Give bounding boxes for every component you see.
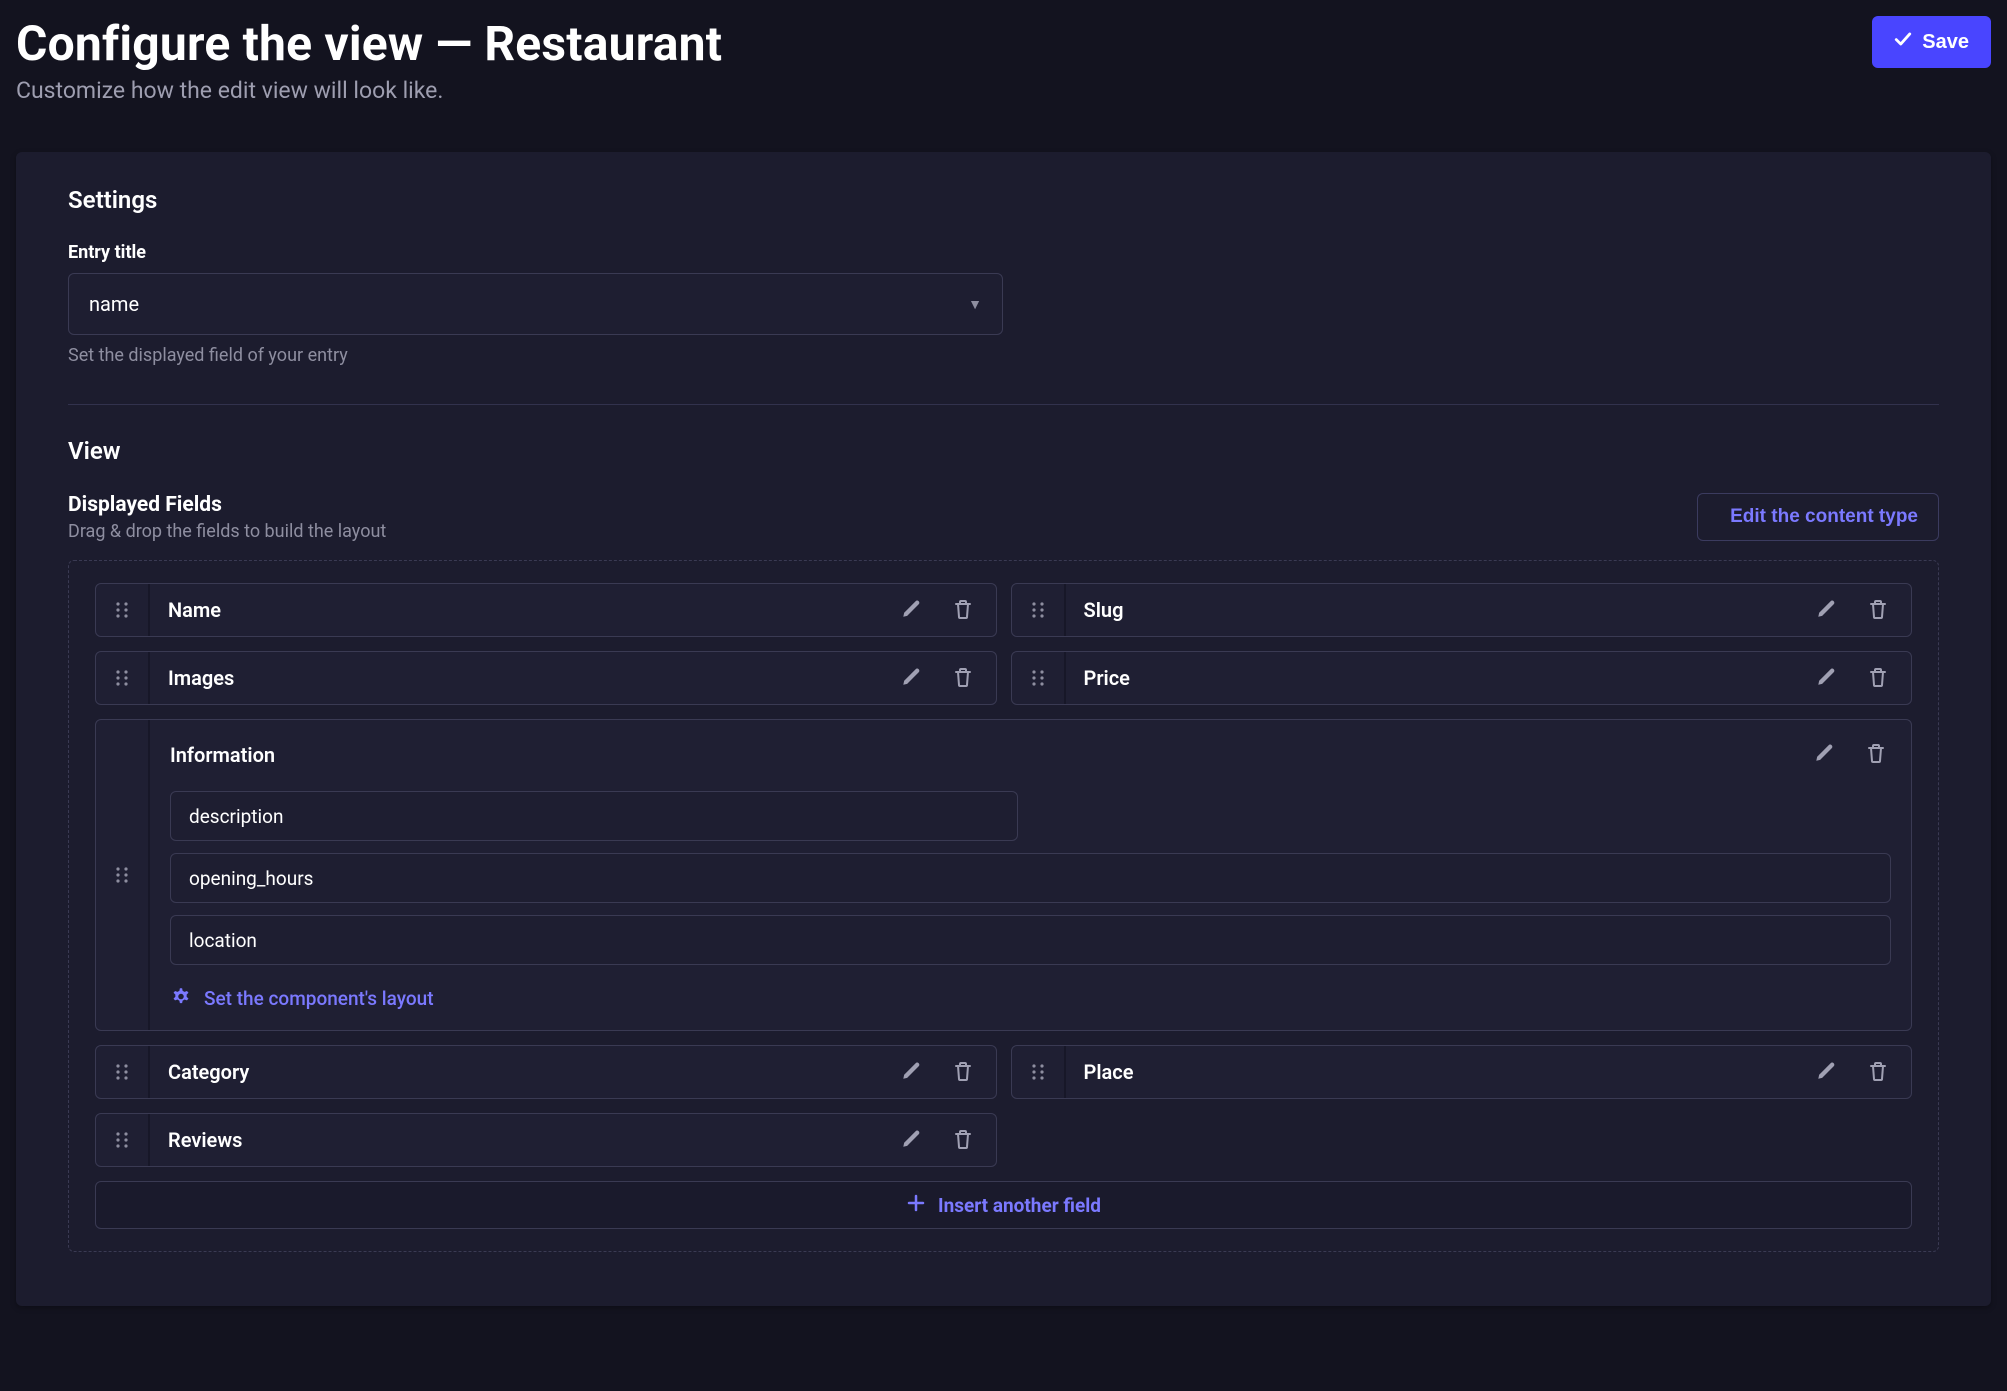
drag-handle-icon[interactable] — [96, 584, 150, 636]
field-row: Name Slug — [95, 583, 1912, 637]
drag-handle-icon[interactable] — [1012, 652, 1066, 704]
component-subfield-description[interactable]: description — [170, 791, 1018, 841]
edit-field-button[interactable] — [1811, 662, 1841, 695]
trash-icon — [1867, 1060, 1889, 1085]
field-card-category[interactable]: Category — [95, 1045, 997, 1099]
delete-field-button[interactable] — [1861, 738, 1891, 771]
edit-field-button[interactable] — [896, 1056, 926, 1089]
save-button[interactable]: Save — [1872, 16, 1991, 68]
drag-handle-icon[interactable] — [96, 1114, 150, 1166]
field-label: Name — [150, 584, 878, 636]
field-row: Reviews — [95, 1113, 1912, 1167]
plus-icon — [906, 1193, 926, 1218]
page-subtitle: Customize how the edit view will look li… — [16, 77, 722, 104]
edit-field-button[interactable] — [896, 662, 926, 695]
set-component-layout-link[interactable]: Set the component's layout — [170, 985, 434, 1012]
pencil-icon — [900, 1060, 922, 1085]
entry-title-hint: Set the displayed field of your entry — [68, 345, 1939, 366]
field-label: Category — [150, 1046, 878, 1098]
save-button-label: Save — [1922, 31, 1969, 54]
entry-title-label: Entry title — [68, 242, 1939, 263]
edit-field-button[interactable] — [896, 1124, 926, 1157]
drag-handle-icon[interactable] — [1012, 584, 1066, 636]
trash-icon — [952, 1060, 974, 1085]
delete-field-button[interactable] — [1863, 662, 1893, 695]
displayed-fields-hint: Drag & drop the fields to build the layo… — [68, 521, 386, 542]
edit-field-button[interactable] — [1811, 594, 1841, 627]
trash-icon — [1867, 666, 1889, 691]
delete-field-button[interactable] — [1863, 1056, 1893, 1089]
delete-field-button[interactable] — [948, 662, 978, 695]
drag-handle-icon[interactable] — [96, 720, 150, 1030]
delete-field-button[interactable] — [948, 594, 978, 627]
config-panel: Settings Entry title name ▼ Set the disp… — [16, 152, 1991, 1306]
pencil-icon — [1813, 742, 1835, 767]
edit-field-button[interactable] — [1809, 738, 1839, 771]
component-subfield-opening-hours[interactable]: opening_hours — [170, 853, 1891, 903]
edit-content-type-label: Edit the content type — [1730, 506, 1918, 528]
settings-heading: Settings — [68, 186, 1939, 214]
field-card-price[interactable]: Price — [1011, 651, 1913, 705]
entry-title-select[interactable]: name ▼ — [68, 273, 1003, 335]
field-label: Price — [1066, 652, 1794, 704]
field-card-name[interactable]: Name — [95, 583, 997, 637]
edit-field-button[interactable] — [1811, 1056, 1841, 1089]
section-divider — [68, 404, 1939, 405]
drag-handle-icon[interactable] — [1012, 1046, 1066, 1098]
set-component-layout-label: Set the component's layout — [204, 987, 434, 1010]
trash-icon — [952, 666, 974, 691]
gear-icon — [170, 985, 192, 1012]
field-label: Slug — [1066, 584, 1794, 636]
trash-icon — [1867, 598, 1889, 623]
caret-down-icon: ▼ — [968, 296, 982, 313]
insert-another-field-label: Insert another field — [938, 1194, 1101, 1217]
drag-handle-icon[interactable] — [96, 652, 150, 704]
delete-field-button[interactable] — [948, 1124, 978, 1157]
check-icon — [1894, 30, 1912, 54]
pencil-icon — [900, 598, 922, 623]
edit-field-button[interactable] — [896, 594, 926, 627]
field-card-slug[interactable]: Slug — [1011, 583, 1913, 637]
field-label: Images — [150, 652, 878, 704]
trash-icon — [952, 1128, 974, 1153]
field-row: Images Price — [95, 651, 1912, 705]
trash-icon — [952, 598, 974, 623]
page-title: Configure the view — Restaurant — [16, 16, 722, 71]
pencil-icon — [1815, 1060, 1837, 1085]
field-row: Category Place — [95, 1045, 1912, 1099]
pencil-icon — [900, 1128, 922, 1153]
field-card-place[interactable]: Place — [1011, 1045, 1913, 1099]
pencil-icon — [1815, 666, 1837, 691]
component-card-information[interactable]: Information description opening_hours lo… — [95, 719, 1912, 1031]
drag-handle-icon[interactable] — [96, 1046, 150, 1098]
component-title: Information — [170, 743, 275, 767]
component-subfield-location[interactable]: location — [170, 915, 1891, 965]
field-label: Reviews — [150, 1114, 878, 1166]
trash-icon — [1865, 742, 1887, 767]
layout-area: Name Slug — [68, 560, 1939, 1252]
field-card-images[interactable]: Images — [95, 651, 997, 705]
displayed-fields-title: Displayed Fields — [68, 493, 386, 517]
entry-title-value: name — [89, 292, 139, 316]
pencil-icon — [1815, 598, 1837, 623]
view-heading: View — [68, 437, 1939, 465]
pencil-icon — [900, 666, 922, 691]
delete-field-button[interactable] — [948, 1056, 978, 1089]
edit-content-type-button[interactable]: Edit the content type — [1697, 493, 1939, 541]
delete-field-button[interactable] — [1863, 594, 1893, 627]
entry-title-field-group: Entry title name ▼ Set the displayed fie… — [68, 242, 1939, 366]
field-card-reviews[interactable]: Reviews — [95, 1113, 997, 1167]
field-label: Place — [1066, 1046, 1794, 1098]
insert-another-field-button[interactable]: Insert another field — [95, 1181, 1912, 1229]
page-header: Configure the view — Restaurant Customiz… — [16, 16, 1991, 104]
